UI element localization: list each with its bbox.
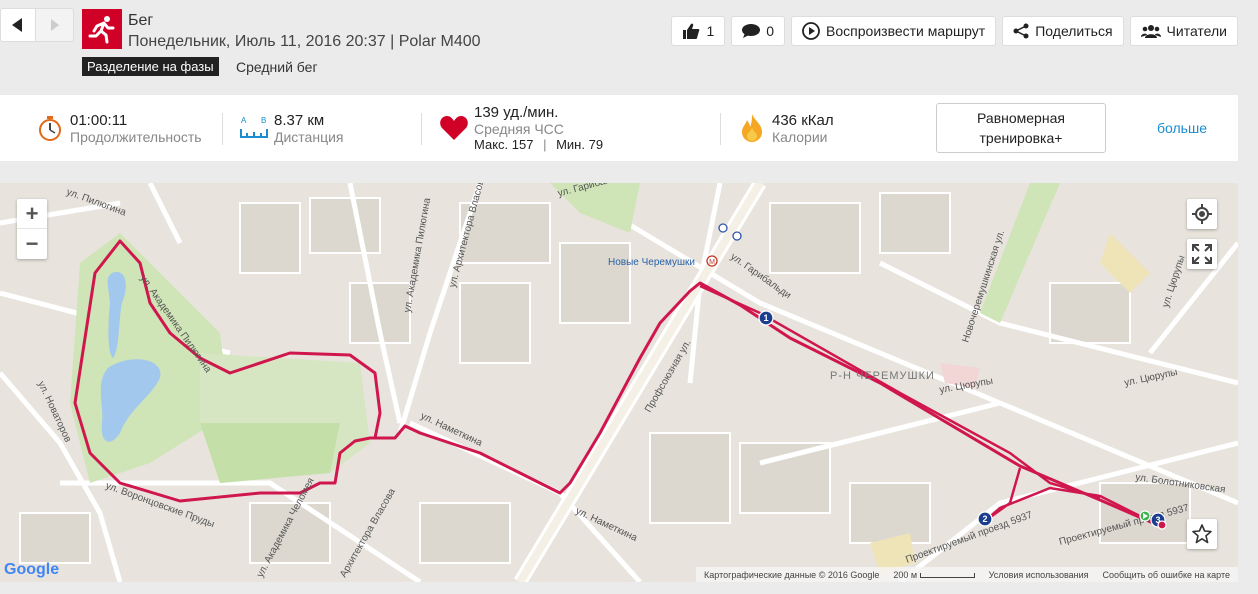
google-logo: Google bbox=[4, 561, 60, 578]
distance-value: 8.37 км bbox=[274, 111, 325, 129]
exercise-title: Бег bbox=[128, 12, 154, 29]
map-canvas[interactable]: ул. Пилюгина ул. Академика Пилюгина ул. … bbox=[0, 183, 1238, 582]
divider bbox=[421, 113, 422, 145]
district-label: Р-Н ЧЕРЕМУШКИ bbox=[830, 370, 935, 382]
stopwatch-icon bbox=[39, 116, 61, 141]
comment-count: 0 bbox=[766, 23, 775, 39]
divider bbox=[222, 113, 223, 145]
heart-rate-min: Мин. 79 bbox=[556, 136, 604, 152]
divider bbox=[720, 113, 721, 145]
chevron-left-icon bbox=[12, 18, 22, 32]
distance-label: Дистанция bbox=[274, 128, 344, 145]
finish-marker[interactable] bbox=[1157, 520, 1167, 530]
svg-text:M: M bbox=[709, 259, 715, 266]
more-link[interactable]: больше bbox=[1157, 120, 1207, 136]
phase-label: Средний бег bbox=[236, 59, 318, 75]
action-toolbar: 1 0 Воспроизвести маршрут Поделиться Чит… bbox=[671, 16, 1238, 46]
map-scale: 200 м bbox=[893, 570, 975, 580]
heart-icon bbox=[440, 116, 468, 140]
transit-icon bbox=[718, 223, 728, 233]
followers-button[interactable]: Читатели bbox=[1129, 16, 1238, 46]
thumbs-up-icon bbox=[683, 23, 700, 39]
followers-label: Читатели bbox=[1166, 23, 1227, 39]
crosshair-icon bbox=[1192, 204, 1212, 224]
street-label: ул. Цюрупы bbox=[1123, 367, 1178, 389]
training-benefit-label: Равномерная тренировка+ bbox=[977, 110, 1065, 146]
svg-text:2: 2 bbox=[982, 514, 987, 524]
heart-rate-max: Макс. 157 bbox=[474, 136, 534, 152]
report-error-link[interactable]: Сообщить об ошибке на карте bbox=[1103, 570, 1230, 580]
lap-marker-1[interactable]: 1 bbox=[758, 310, 774, 326]
comment-icon bbox=[742, 24, 761, 38]
share-label: Поделиться bbox=[1035, 23, 1113, 39]
duration-value: 01:00:11 bbox=[70, 111, 128, 129]
map-attribution: Картографические данные © 2016 Google bbox=[704, 569, 880, 580]
street-label: ул. Академика Пилюгина bbox=[402, 197, 433, 314]
route-map[interactable]: ул. Пилюгина ул. Академика Пилюгина ул. … bbox=[0, 183, 1238, 582]
zoom-controls: + − bbox=[17, 199, 47, 259]
fullscreen-button[interactable] bbox=[1187, 239, 1217, 269]
calories-stat: 436 кКал Калории bbox=[740, 95, 834, 161]
metro-station-label: Новые Черемушки bbox=[608, 257, 695, 268]
fullscreen-icon bbox=[1192, 244, 1212, 264]
followers-icon bbox=[1140, 25, 1161, 38]
calories-value: 436 кКал bbox=[772, 111, 834, 129]
heart-rate-stat: 139 уд./мин. Средняя ЧСС Макс. 157 | Мин… bbox=[440, 95, 603, 161]
like-count: 1 bbox=[706, 23, 715, 39]
summary-stats-bar: 01:00:11 Продолжительность A B 8.37 км Д… bbox=[0, 95, 1238, 161]
zoom-out-button[interactable]: − bbox=[17, 229, 47, 259]
flame-icon bbox=[742, 114, 762, 142]
terms-link[interactable]: Условия использования bbox=[989, 570, 1089, 580]
street-label: ул. Цюрупы bbox=[1160, 254, 1187, 309]
heart-rate-label: Средняя ЧСС bbox=[474, 120, 564, 137]
zoom-in-button[interactable]: + bbox=[17, 199, 47, 229]
running-sport-icon bbox=[82, 9, 122, 49]
replay-route-label: Воспроизвести маршрут bbox=[826, 23, 986, 39]
duration-label: Продолжительность bbox=[70, 128, 202, 145]
distance-icon: A B bbox=[240, 114, 268, 142]
phase-badge[interactable]: Разделение на фазы bbox=[82, 57, 219, 76]
favorite-button[interactable] bbox=[1187, 519, 1217, 549]
street-label: ул. Наметкина bbox=[574, 506, 639, 544]
share-icon bbox=[1013, 23, 1029, 39]
training-benefit-button[interactable]: Равномерная тренировка+ bbox=[936, 103, 1106, 153]
chevron-right-icon bbox=[50, 19, 59, 31]
like-button[interactable]: 1 bbox=[671, 16, 726, 46]
forward-button[interactable] bbox=[36, 8, 74, 42]
map-attribution-bar: Картографические данные © 2016 Google 20… bbox=[696, 567, 1238, 582]
comment-button[interactable]: 0 bbox=[731, 16, 786, 46]
duration-stat: 01:00:11 Продолжительность bbox=[36, 95, 202, 161]
calories-label: Калории bbox=[772, 128, 828, 145]
svg-text:1: 1 bbox=[763, 313, 768, 323]
metro-icon: M bbox=[706, 255, 718, 267]
heart-rate-range: Макс. 157 | Мин. 79 bbox=[474, 136, 604, 152]
lap-marker-2[interactable]: 2 bbox=[977, 511, 993, 527]
navigation-buttons bbox=[0, 8, 74, 42]
street-label: ул. Воронцовские Пруды bbox=[104, 480, 216, 530]
locate-button[interactable] bbox=[1187, 199, 1217, 229]
heart-rate-value: 139 уд./мин. bbox=[474, 103, 559, 121]
back-button[interactable] bbox=[0, 8, 36, 42]
star-icon bbox=[1192, 524, 1212, 544]
share-button[interactable]: Поделиться bbox=[1002, 16, 1124, 46]
transit-icon bbox=[732, 231, 742, 241]
exercise-subtitle: Понедельник, Июль 11, 2016 20:37 | Polar… bbox=[128, 33, 481, 50]
distance-stat: A B 8.37 км Дистанция bbox=[240, 95, 344, 161]
start-marker[interactable] bbox=[1139, 510, 1151, 522]
replay-route-button[interactable]: Воспроизвести маршрут bbox=[791, 16, 997, 46]
play-icon bbox=[802, 22, 820, 40]
